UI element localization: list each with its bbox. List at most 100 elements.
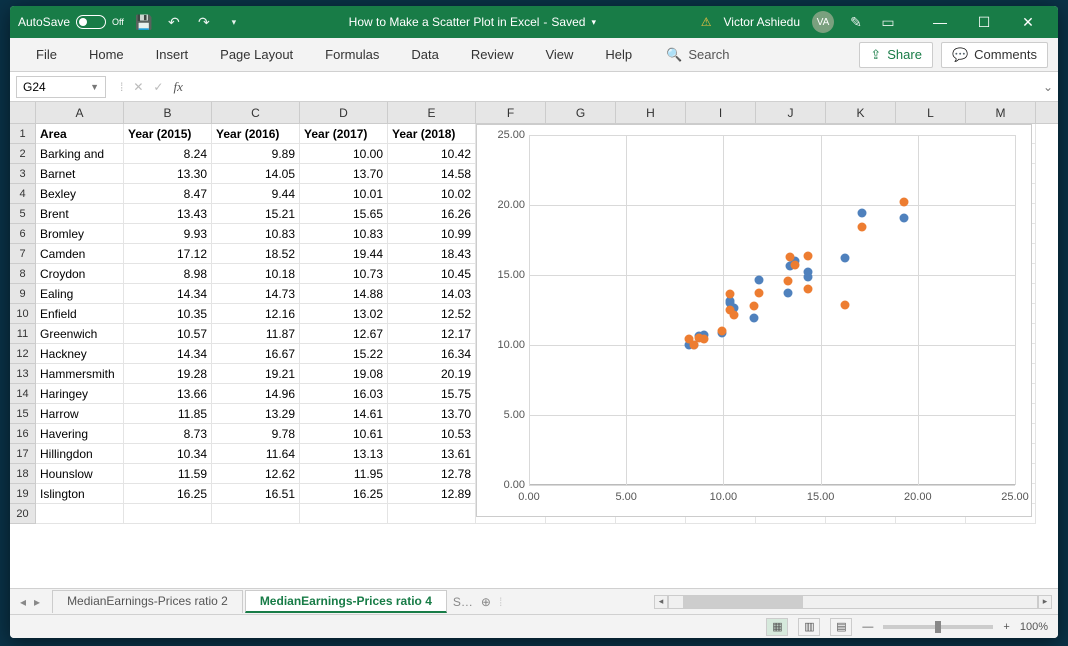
cell[interactable]: 8.73 <box>124 424 212 444</box>
title-dropdown-icon[interactable]: ▾ <box>591 17 596 28</box>
cell[interactable]: 8.24 <box>124 144 212 164</box>
row-header[interactable]: 18 <box>10 464 36 484</box>
cell[interactable]: 13.30 <box>124 164 212 184</box>
cell[interactable]: 12.89 <box>388 484 476 504</box>
cell[interactable]: 12.17 <box>388 324 476 344</box>
row-header[interactable]: 20 <box>10 504 36 524</box>
cell[interactable]: 10.35 <box>124 304 212 324</box>
cell[interactable]: Hillingdon <box>36 444 124 464</box>
cell[interactable]: 16.26 <box>388 204 476 224</box>
cell[interactable]: 12.16 <box>212 304 300 324</box>
avatar[interactable]: VA <box>812 11 834 33</box>
data-point[interactable] <box>694 333 703 342</box>
tab-nav-prev-icon[interactable]: ◂ <box>20 595 26 609</box>
cell[interactable]: 10.42 <box>388 144 476 164</box>
cell[interactable]: 10.99 <box>388 224 476 244</box>
cell[interactable]: 18.52 <box>212 244 300 264</box>
cell[interactable]: 14.73 <box>212 284 300 304</box>
cell[interactable]: 13.70 <box>300 164 388 184</box>
cell[interactable] <box>388 504 476 524</box>
cell[interactable] <box>212 504 300 524</box>
cell[interactable]: 11.64 <box>212 444 300 464</box>
cell[interactable]: 12.67 <box>300 324 388 344</box>
cell[interactable]: 10.53 <box>388 424 476 444</box>
data-point[interactable] <box>726 290 735 299</box>
row-header[interactable]: 3 <box>10 164 36 184</box>
row-header[interactable]: 17 <box>10 444 36 464</box>
data-point[interactable] <box>750 302 759 311</box>
new-sheet-icon[interactable]: ⊕ <box>481 595 491 609</box>
column-header[interactable]: D <box>300 102 388 123</box>
cell[interactable]: Year (2015) <box>124 124 212 144</box>
cell[interactable]: Brent <box>36 204 124 224</box>
cell[interactable]: Enfield <box>36 304 124 324</box>
cell[interactable]: 13.43 <box>124 204 212 224</box>
data-point[interactable] <box>730 310 739 319</box>
cell[interactable]: 11.87 <box>212 324 300 344</box>
page-break-view-button[interactable]: ▤ <box>830 618 852 636</box>
zoom-slider[interactable] <box>883 625 993 629</box>
cell[interactable]: 8.47 <box>124 184 212 204</box>
data-point[interactable] <box>857 208 866 217</box>
cell[interactable]: 9.44 <box>212 184 300 204</box>
cell[interactable]: 13.66 <box>124 384 212 404</box>
comments-button[interactable]: 💬 Comments <box>941 42 1048 68</box>
scroll-thumb[interactable] <box>683 596 803 608</box>
cell[interactable]: Year (2016) <box>212 124 300 144</box>
row-header[interactable]: 11 <box>10 324 36 344</box>
ribbon-tab-view[interactable]: View <box>529 38 589 71</box>
column-header[interactable]: H <box>616 102 686 123</box>
normal-view-button[interactable]: ▦ <box>766 618 788 636</box>
sheet-overflow[interactable]: S… <box>453 595 473 609</box>
cell[interactable]: 20.19 <box>388 364 476 384</box>
cell[interactable]: Barking and <box>36 144 124 164</box>
cell[interactable]: 16.03 <box>300 384 388 404</box>
formula-input[interactable] <box>193 76 1038 98</box>
data-point[interactable] <box>755 276 764 285</box>
cell[interactable]: 10.45 <box>388 264 476 284</box>
cell[interactable]: 16.51 <box>212 484 300 504</box>
cell[interactable]: 16.34 <box>388 344 476 364</box>
cell[interactable]: 10.34 <box>124 444 212 464</box>
data-point[interactable] <box>803 284 812 293</box>
cell[interactable]: 13.61 <box>388 444 476 464</box>
cell[interactable]: Islington <box>36 484 124 504</box>
cell[interactable] <box>300 504 388 524</box>
cell[interactable]: 10.00 <box>300 144 388 164</box>
cell[interactable]: Barnet <box>36 164 124 184</box>
cell[interactable]: 11.59 <box>124 464 212 484</box>
row-header[interactable]: 10 <box>10 304 36 324</box>
cell[interactable]: Haringey <box>36 384 124 404</box>
zoom-out-button[interactable]: — <box>862 621 873 633</box>
ribbon-tab-file[interactable]: File <box>20 38 73 71</box>
cell[interactable]: Camden <box>36 244 124 264</box>
zoom-thumb[interactable] <box>935 621 941 633</box>
cell[interactable]: 17.12 <box>124 244 212 264</box>
cell[interactable]: Hackney <box>36 344 124 364</box>
data-point[interactable] <box>840 253 849 262</box>
cell[interactable]: 14.61 <box>300 404 388 424</box>
expand-formula-icon[interactable]: ⌄ <box>1038 80 1058 94</box>
cell[interactable]: 16.25 <box>124 484 212 504</box>
column-header[interactable]: I <box>686 102 756 123</box>
cell[interactable]: 8.98 <box>124 264 212 284</box>
cell[interactable]: Area <box>36 124 124 144</box>
select-all-corner[interactable] <box>10 102 36 123</box>
cell[interactable]: 12.62 <box>212 464 300 484</box>
cell[interactable]: 10.57 <box>124 324 212 344</box>
cell[interactable]: Hammersmith <box>36 364 124 384</box>
redo-icon[interactable]: ↷ <box>194 12 214 32</box>
cell[interactable]: 10.73 <box>300 264 388 284</box>
cell[interactable]: 14.34 <box>124 284 212 304</box>
cell[interactable]: 13.13 <box>300 444 388 464</box>
cell[interactable]: 13.02 <box>300 304 388 324</box>
tab-stop-icon[interactable]: ⁞ <box>120 80 123 94</box>
column-header[interactable]: J <box>756 102 826 123</box>
cell[interactable]: Harrow <box>36 404 124 424</box>
horizontal-scrollbar[interactable]: ◂ ▸ <box>502 595 1058 609</box>
column-header[interactable]: G <box>546 102 616 123</box>
row-header[interactable]: 6 <box>10 224 36 244</box>
column-header[interactable]: B <box>124 102 212 123</box>
ribbon-mode-icon[interactable]: ▭ <box>878 12 898 32</box>
cell[interactable]: 19.28 <box>124 364 212 384</box>
